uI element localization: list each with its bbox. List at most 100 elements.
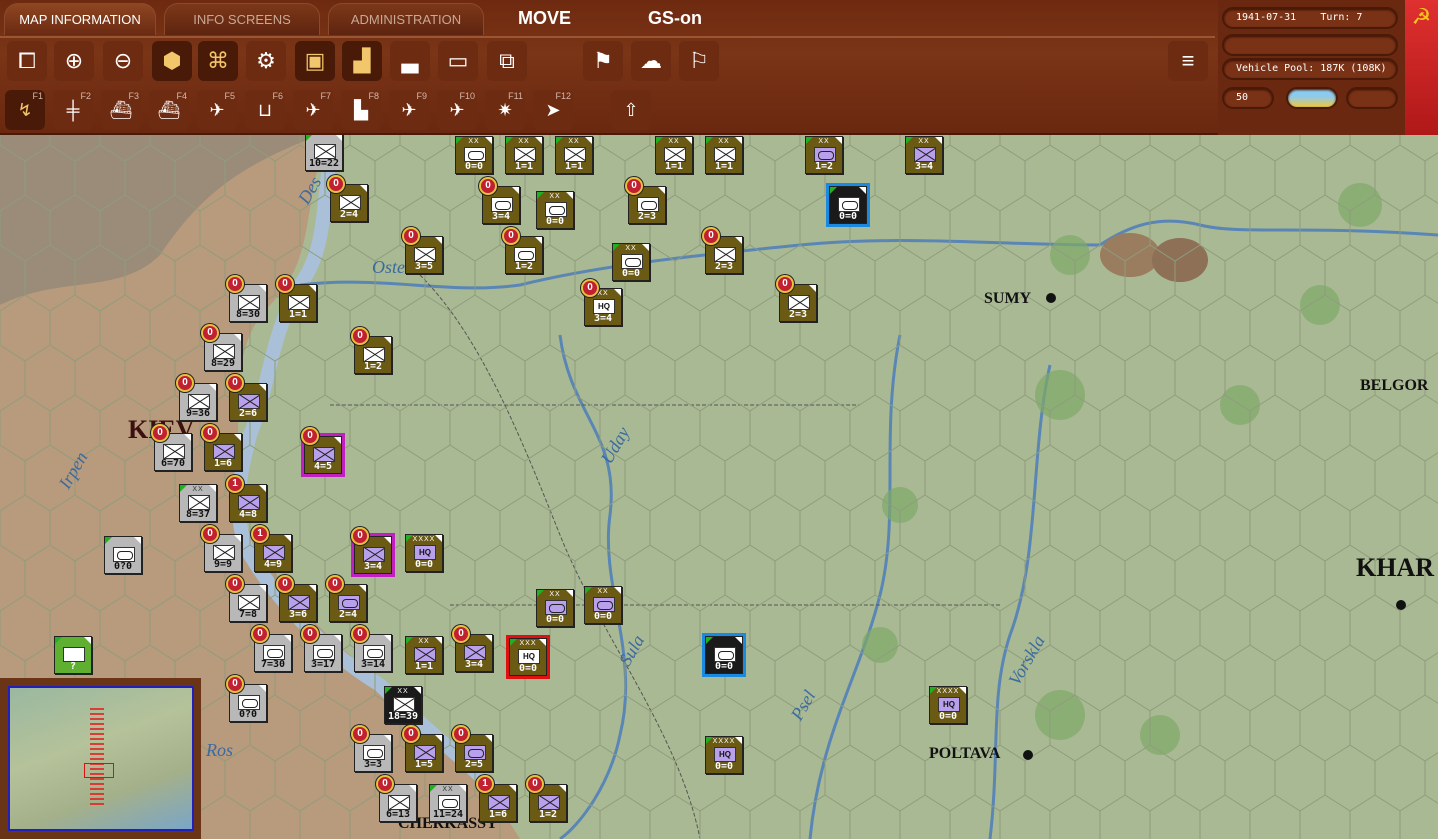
unit-counter[interactable]: 2=5 0 xyxy=(452,725,493,772)
rail-icon[interactable]: ╪ F2 xyxy=(53,90,93,130)
move-mode-label[interactable]: MOVE xyxy=(518,8,571,29)
unit-counter[interactable]: 3=3 0 xyxy=(351,725,392,772)
unit-counter[interactable]: 6=70 0 xyxy=(151,424,192,471)
unit-counter[interactable]: 0?0 0 xyxy=(226,675,267,722)
unit-counter[interactable]: ? xyxy=(54,636,92,674)
unit-counter[interactable]: XX 0=0 xyxy=(612,243,650,281)
unit-counter[interactable]: 3=6 0 xyxy=(276,575,317,622)
unit-counter[interactable]: 1=2 0 xyxy=(502,227,543,274)
play-icon[interactable]: ➤ F12 xyxy=(533,90,573,130)
flag-icon[interactable]: ⚐ xyxy=(679,41,719,81)
tab-administration[interactable]: ADMINISTRATION xyxy=(328,3,484,35)
tab-map-information[interactable]: MAP INFORMATION xyxy=(4,3,156,35)
unit-counter[interactable]: XXXX HQ 0=0 xyxy=(405,534,443,572)
unit-display-icon[interactable]: ▣ xyxy=(295,41,335,81)
unit-counter[interactable]: 2=6 0 xyxy=(226,374,267,421)
explosion-icon[interactable]: ✷ F11 xyxy=(485,90,525,130)
weather-clear-icon[interactable] xyxy=(1286,87,1338,109)
unit-counter[interactable]: 1=1 0 xyxy=(276,275,317,322)
unit-counter[interactable]: XX 1=1 xyxy=(555,136,593,174)
unit-counter[interactable]: 3=14 0 xyxy=(351,625,392,672)
unit-counter[interactable]: 1=6 1 xyxy=(476,775,517,822)
city-bomb-icon[interactable]: ▙ F8 xyxy=(341,90,381,130)
unit-counter[interactable]: 0=0 xyxy=(826,183,870,227)
unit-counter[interactable]: XX 1=2 xyxy=(805,136,843,174)
unit-counter[interactable]: 2=3 0 xyxy=(702,227,743,274)
game-map[interactable]: SUMY BELGOR KHAR POLTAVA CHERKASSY KIEV … xyxy=(0,135,1438,839)
unit-counter[interactable]: 8=29 0 xyxy=(201,324,242,371)
unit-counter[interactable]: XX HQ 3=4 0 xyxy=(581,279,622,326)
unit-counter[interactable]: 3=4 0 xyxy=(351,527,395,577)
windows-icon[interactable]: ⧠ xyxy=(7,41,47,81)
hex-grid-icon[interactable]: ⬢ xyxy=(152,41,192,81)
end-turn-flag-icon[interactable]: ⚑ xyxy=(583,41,623,81)
unit-counter[interactable]: XX 3=4 xyxy=(905,136,943,174)
unit-counter[interactable]: 3=5 0 xyxy=(402,227,443,274)
naval-transport-icon[interactable]: ⛴ F3 xyxy=(101,90,141,130)
amphibious-icon[interactable]: ⛴ F4 xyxy=(149,90,189,130)
airfield-bomb-icon[interactable]: ⊔ F6 xyxy=(245,90,285,130)
unit-counter[interactable]: XX 1=1 xyxy=(405,636,443,674)
gear-icon[interactable]: ⚙ xyxy=(246,41,286,81)
unit-counter[interactable]: 1=5 0 xyxy=(402,725,443,772)
unit-counter[interactable]: XX 11=24 xyxy=(429,784,467,822)
unit-counter[interactable]: 4=5 0 xyxy=(301,427,345,477)
unit-counter[interactable]: 2=4 0 xyxy=(326,575,367,622)
unit-counter[interactable]: XX 0=0 xyxy=(536,589,574,627)
unit-counter[interactable]: 2=3 0 xyxy=(625,177,666,224)
unit-counter[interactable]: XX 1=1 xyxy=(655,136,693,174)
unit-counter[interactable]: XX 1=1 xyxy=(705,136,743,174)
unit-counter[interactable]: XXXX HQ 0=0 xyxy=(929,686,967,724)
unit-counter[interactable]: 0=0 xyxy=(702,633,746,677)
stack-icon[interactable]: ≡ xyxy=(1168,41,1208,81)
unit-counter[interactable]: 9=9 0 xyxy=(201,525,242,572)
frame-icon[interactable]: ▭ xyxy=(438,41,478,81)
zoom-out-icon[interactable]: ⊖ xyxy=(103,41,143,81)
unit-counter[interactable]: XX 0=0 xyxy=(455,136,493,174)
unit-counter[interactable]: 1=2 0 xyxy=(351,327,392,374)
unit-counter[interactable]: 8=30 0 xyxy=(226,275,267,322)
unit-counter[interactable]: 2=4 0 xyxy=(327,175,368,222)
factory-icon[interactable]: ▃ xyxy=(390,41,430,81)
unit-counter[interactable]: XX 8=37 xyxy=(179,484,217,522)
unit-counter[interactable]: XX 0=0 xyxy=(536,191,574,229)
unit-counter[interactable]: XXXX HQ 0=0 xyxy=(705,736,743,774)
unit-counter[interactable]: XX 0=0 xyxy=(584,586,622,624)
air-superiority-icon[interactable]: ✈ F7 xyxy=(293,90,333,130)
gs-toggle[interactable]: GS-on xyxy=(648,8,702,29)
unit-stats-icon[interactable]: ▟ xyxy=(342,41,382,81)
unit-counter[interactable]: 7=8 0 xyxy=(226,575,267,622)
airdrop-icon[interactable]: ✈ F9 xyxy=(389,90,429,130)
unit-counter[interactable]: 3=4 0 xyxy=(452,625,493,672)
ground-attack-icon[interactable]: ✈ F10 xyxy=(437,90,477,130)
unit-counter[interactable]: 1=6 0 xyxy=(201,424,242,471)
unit-counter[interactable]: 7=30 0 xyxy=(251,625,292,672)
unit-size: XX xyxy=(818,138,830,145)
zoom-in-icon[interactable]: ⊕ xyxy=(54,41,94,81)
recon-air-icon[interactable]: ✈ F5 xyxy=(197,90,237,130)
unit-counter[interactable]: 1=2 0 xyxy=(526,775,567,822)
upload-icon[interactable]: ⇧ xyxy=(611,90,651,130)
unit-counter[interactable]: XX 18=39 xyxy=(384,686,422,724)
weather-icon[interactable]: ☁ xyxy=(631,41,671,81)
unit-frame-icon[interactable]: ⧉ xyxy=(487,41,527,81)
zoc-icon[interactable]: ⌘ xyxy=(198,41,238,81)
unit-counter[interactable]: 6=13 0 xyxy=(376,775,417,822)
minimap-view[interactable] xyxy=(8,686,194,831)
minimap[interactable] xyxy=(0,678,201,839)
unit-counter[interactable]: 3=4 0 xyxy=(479,177,520,224)
move-mode-icon[interactable]: ↯ F1 xyxy=(5,90,45,130)
unit-counter[interactable]: 4=8 1 xyxy=(226,475,267,522)
minimap-viewport-box[interactable] xyxy=(84,763,114,778)
unit-counter[interactable]: 4=9 1 xyxy=(251,525,292,572)
unit-counter[interactable]: 3=17 0 xyxy=(301,625,342,672)
unit-counter[interactable]: 10=22 xyxy=(305,135,343,171)
unit-symbol-icon xyxy=(545,202,567,217)
unit-symbol-icon xyxy=(313,447,335,462)
tab-info-screens[interactable]: INFO SCREENS xyxy=(164,3,320,35)
unit-counter[interactable]: XX 1=1 xyxy=(505,136,543,174)
unit-counter[interactable]: 9=36 0 xyxy=(176,374,217,421)
unit-counter[interactable]: XXX HQ 0=0 xyxy=(506,635,550,679)
unit-counter[interactable]: 0?0 xyxy=(104,536,142,574)
unit-counter[interactable]: 2=3 0 xyxy=(776,275,817,322)
